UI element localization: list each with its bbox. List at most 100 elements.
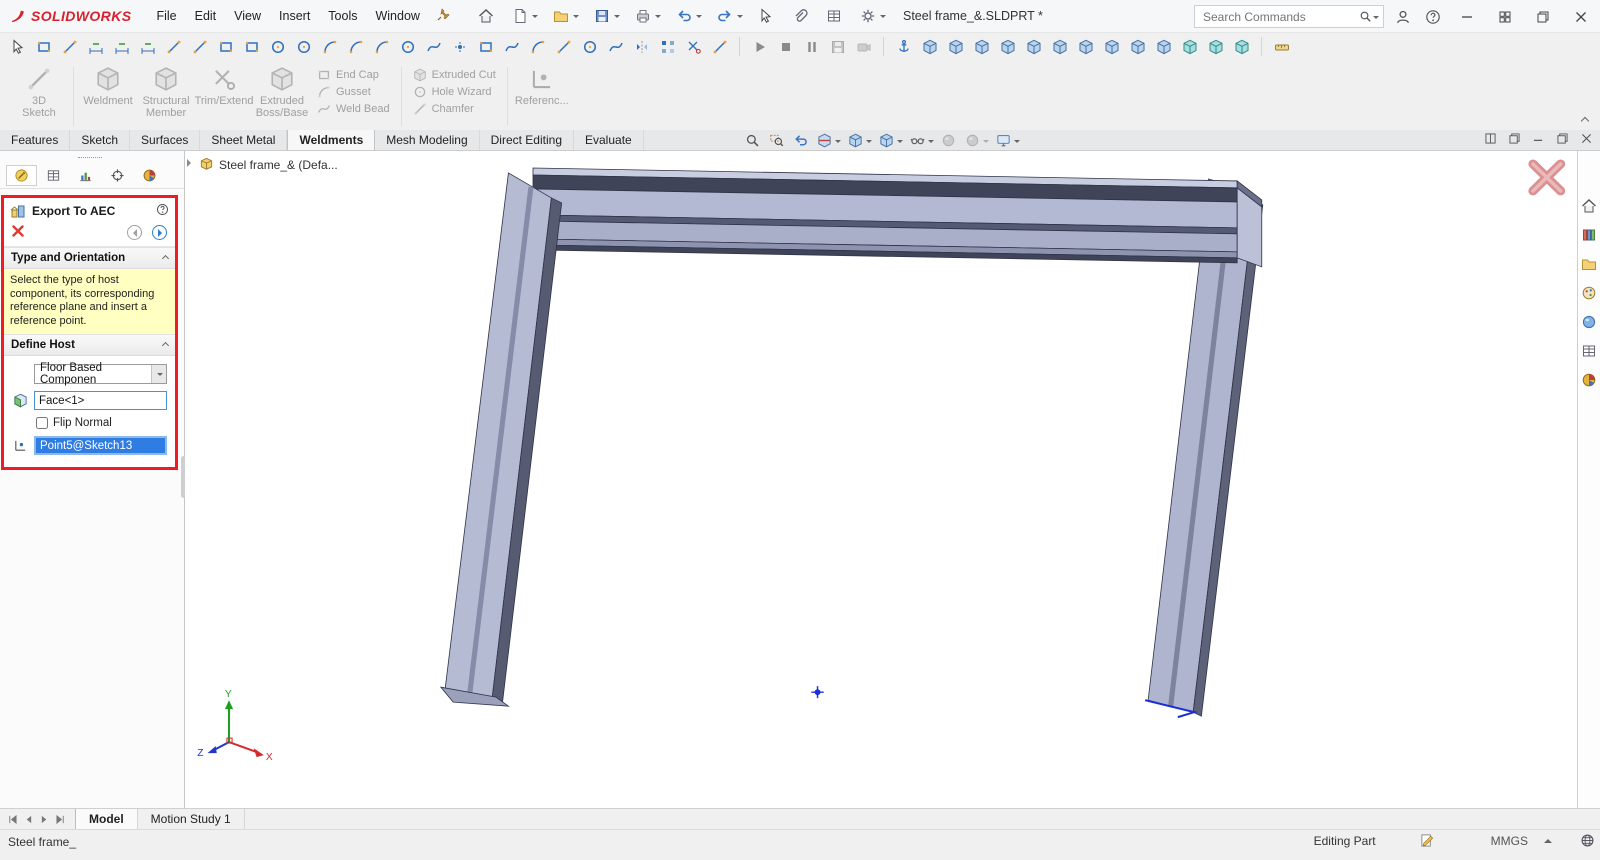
doc-split-icon[interactable] xyxy=(1485,133,1496,147)
redo-button[interactable] xyxy=(714,5,736,27)
record-video-icon[interactable] xyxy=(852,35,875,58)
trimetric-view-icon[interactable] xyxy=(1126,35,1149,58)
forum-icon[interactable] xyxy=(1580,371,1598,389)
previous-page-button[interactable] xyxy=(127,225,142,240)
panel-help-button[interactable] xyxy=(156,203,169,219)
open-button[interactable] xyxy=(550,5,572,27)
print-dropdown-caret[interactable] xyxy=(655,15,661,21)
restore-button[interactable] xyxy=(1528,4,1558,30)
horizontal-dimension-icon[interactable] xyxy=(110,35,133,58)
gusset-button[interactable]: Gusset xyxy=(317,85,390,99)
3d-sketch-button[interactable]: 3D Sketch xyxy=(10,63,68,130)
hide-show-caret[interactable] xyxy=(928,140,934,146)
type-orientation-section-header[interactable]: Type and Orientation xyxy=(4,247,175,269)
back-view-icon[interactable] xyxy=(944,35,967,58)
sketch-icon[interactable] xyxy=(58,35,81,58)
apply-scene-caret[interactable] xyxy=(983,140,989,146)
menu-insert[interactable]: Insert xyxy=(270,4,319,28)
centerline-icon[interactable] xyxy=(188,35,211,58)
model-tab[interactable]: Model xyxy=(75,809,138,829)
vertical-dimension-icon[interactable] xyxy=(136,35,159,58)
smart-dimension-icon[interactable] xyxy=(84,35,107,58)
file-explorer-icon[interactable] xyxy=(1580,255,1598,273)
tab-evaluate[interactable]: Evaluate xyxy=(574,130,644,150)
apply-scene-icon[interactable] xyxy=(962,131,982,150)
hide-show-items-icon[interactable] xyxy=(907,131,927,150)
print-button[interactable] xyxy=(632,5,654,27)
view-palette-icon[interactable] xyxy=(1580,284,1598,302)
display-style-icon[interactable] xyxy=(876,131,896,150)
appearances-scenes-icon[interactable] xyxy=(1580,313,1598,331)
left-view-icon[interactable] xyxy=(970,35,993,58)
viewport-four-icon[interactable] xyxy=(1230,35,1253,58)
configuration-manager-tab[interactable] xyxy=(38,165,69,186)
front-view-icon[interactable] xyxy=(918,35,941,58)
edit-appearance-icon[interactable] xyxy=(938,131,958,150)
view-orientation-icon[interactable] xyxy=(845,131,865,150)
ellipse-icon[interactable] xyxy=(396,35,419,58)
previous-tab-icon[interactable] xyxy=(24,815,33,824)
next-page-button[interactable] xyxy=(152,225,167,240)
property-manager-tab[interactable] xyxy=(6,165,37,186)
center-rectangle-icon[interactable] xyxy=(240,35,263,58)
normal-to-icon[interactable] xyxy=(1152,35,1175,58)
tab-sketch[interactable]: Sketch xyxy=(70,130,130,150)
sketch-text-icon[interactable] xyxy=(500,35,523,58)
doc-restore-icon[interactable] xyxy=(1557,133,1568,147)
hole-wizard-button[interactable]: Hole Wizard xyxy=(413,85,496,99)
sheet-properties-button[interactable] xyxy=(823,5,845,27)
anchor-icon[interactable] xyxy=(892,35,915,58)
tab-sheet-metal[interactable]: Sheet Metal xyxy=(200,130,287,150)
select-button[interactable] xyxy=(755,5,777,27)
face-selection-field[interactable] xyxy=(34,391,167,410)
display-style-caret[interactable] xyxy=(897,140,903,146)
sketch-fillet-icon[interactable] xyxy=(526,35,549,58)
save-dropdown-caret[interactable] xyxy=(614,15,620,21)
view-settings-caret[interactable] xyxy=(1014,140,1020,146)
custom-properties-icon[interactable] xyxy=(1580,342,1598,360)
stop-icon[interactable] xyxy=(774,35,797,58)
chamfer-button[interactable]: Chamfer xyxy=(413,102,496,116)
redo-dropdown-caret[interactable] xyxy=(737,15,743,21)
tab-mesh-modeling[interactable]: Mesh Modeling xyxy=(375,130,479,150)
close-button[interactable] xyxy=(1566,4,1596,30)
doc-minimize-icon[interactable] xyxy=(1533,133,1544,147)
graphics-area[interactable]: Y X Z Steel frame_& (Defa... xyxy=(185,151,1577,808)
menu-file[interactable]: File xyxy=(147,4,185,28)
undo-dropdown-caret[interactable] xyxy=(696,15,702,21)
new-document-button[interactable] xyxy=(509,5,531,27)
help-button[interactable] xyxy=(1422,6,1444,28)
line-icon[interactable] xyxy=(162,35,185,58)
pin-menu-icon[interactable] xyxy=(431,5,453,27)
menu-edit[interactable]: Edit xyxy=(186,4,226,28)
network-globe-icon[interactable] xyxy=(1580,833,1595,848)
tangent-arc-icon[interactable] xyxy=(344,35,367,58)
menu-window[interactable]: Window xyxy=(366,4,428,28)
isometric-view-icon[interactable] xyxy=(1074,35,1097,58)
display-manager-tab[interactable] xyxy=(102,165,133,186)
view-settings-icon[interactable] xyxy=(993,131,1013,150)
window-layout-button[interactable] xyxy=(1490,4,1520,30)
tab-weldments[interactable]: Weldments xyxy=(287,130,375,150)
end-cap-button[interactable]: End Cap xyxy=(317,68,390,82)
structural-member-button[interactable]: Structural Member xyxy=(137,63,195,130)
linear-pattern-icon[interactable] xyxy=(656,35,679,58)
perimeter-circle-icon[interactable] xyxy=(292,35,315,58)
measure-icon[interactable] xyxy=(1270,35,1293,58)
search-dropdown-caret[interactable] xyxy=(1373,16,1379,22)
panel-grip[interactable] xyxy=(78,157,102,160)
menu-view[interactable]: View xyxy=(225,4,270,28)
search-commands-input[interactable] xyxy=(1203,10,1359,24)
last-tab-icon[interactable] xyxy=(56,815,65,824)
cef-manager-tab[interactable] xyxy=(134,165,165,186)
feature-tree-flyout-arrow[interactable] xyxy=(187,159,195,167)
trim-extend-button[interactable]: Trim/Extend xyxy=(195,63,253,130)
corner-rectangle-icon[interactable] xyxy=(214,35,237,58)
open-dropdown-caret[interactable] xyxy=(573,15,579,21)
section-view-icon[interactable] xyxy=(814,131,834,150)
previous-view-icon[interactable] xyxy=(790,131,810,150)
save-button[interactable] xyxy=(591,5,613,27)
motion-study-tab[interactable]: Motion Study 1 xyxy=(138,809,245,829)
section-view-caret[interactable] xyxy=(835,140,841,146)
extend-entities-icon[interactable] xyxy=(708,35,731,58)
